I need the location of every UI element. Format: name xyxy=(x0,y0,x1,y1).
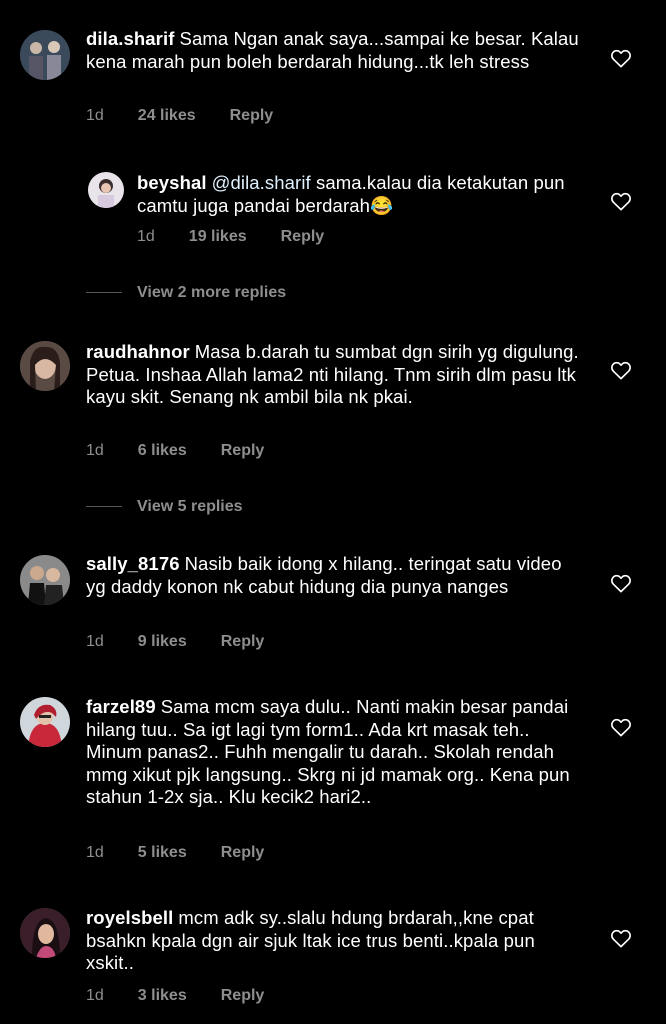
comment-username[interactable]: beyshal xyxy=(137,172,207,193)
comment-text: royelsbell mcm adk sy..slalu hdung brdara… xyxy=(86,907,586,975)
likes-count[interactable]: 6 likes xyxy=(138,442,187,460)
reply-button[interactable]: Reply xyxy=(221,633,265,651)
comment-time: 1d xyxy=(86,107,104,124)
comment-username[interactable]: raudhahnor xyxy=(86,341,190,362)
comment-body: Sama mcm saya dulu.. Nanti makin besar p… xyxy=(86,696,570,807)
comment-username[interactable]: sally_8176 xyxy=(86,553,180,574)
comment-time: 1d xyxy=(86,633,104,650)
comment-meta: 1d 5 likes Reply xyxy=(86,844,264,862)
comment-meta: 1d 19 likes Reply xyxy=(137,228,324,246)
comment-meta: 1d 3 likes Reply xyxy=(86,987,264,1005)
comment-text: beyshal @dila.sharif sama.kalau dia ketak… xyxy=(137,172,577,217)
heart-icon[interactable] xyxy=(610,191,632,211)
view-replies-label: View 5 replies xyxy=(137,498,243,515)
reply-button[interactable]: Reply xyxy=(221,844,265,862)
comment-text: sally_8176 Nasib baik idong x hilang.. te… xyxy=(86,553,586,598)
divider-line xyxy=(86,506,122,508)
likes-count[interactable]: 3 likes xyxy=(138,987,187,1005)
likes-count[interactable]: 5 likes xyxy=(138,844,187,862)
reply-button[interactable]: Reply xyxy=(221,987,265,1005)
comment-meta: 1d 9 likes Reply xyxy=(86,633,264,651)
heart-icon[interactable] xyxy=(610,573,632,593)
view-more-replies-button[interactable]: View 5 replies xyxy=(86,498,243,516)
comment-text: dila.sharif Sama Ngan anak saya...sampai … xyxy=(86,28,586,73)
view-more-replies-button[interactable]: View 2 more replies xyxy=(86,284,286,302)
avatar[interactable] xyxy=(20,697,70,747)
heart-icon[interactable] xyxy=(610,360,632,380)
comment-time: 1d xyxy=(86,844,104,861)
comment-time: 1d xyxy=(137,228,155,245)
comment-meta: 1d 24 likes Reply xyxy=(86,107,273,125)
mention-link[interactable]: @dila.sharif xyxy=(212,172,311,193)
reply-button[interactable]: Reply xyxy=(230,107,274,125)
avatar[interactable] xyxy=(88,172,124,208)
heart-icon[interactable] xyxy=(610,717,632,737)
avatar[interactable] xyxy=(20,908,70,958)
likes-count[interactable]: 9 likes xyxy=(138,633,187,651)
avatar[interactable] xyxy=(20,555,70,605)
comment-meta: 1d 6 likes Reply xyxy=(86,442,264,460)
avatar[interactable] xyxy=(20,30,70,80)
divider-line xyxy=(86,292,122,294)
likes-count[interactable]: 19 likes xyxy=(189,228,247,246)
view-replies-label: View 2 more replies xyxy=(137,284,287,301)
comment-text: farzel89 Sama mcm saya dulu.. Nanti makin… xyxy=(86,696,586,809)
comment-username[interactable]: farzel89 xyxy=(86,696,156,717)
reply-button[interactable]: Reply xyxy=(281,228,325,246)
avatar[interactable] xyxy=(20,341,70,391)
heart-icon[interactable] xyxy=(610,928,632,948)
reply-button[interactable]: Reply xyxy=(221,442,265,460)
comment-time: 1d xyxy=(86,442,104,459)
comment-time: 1d xyxy=(86,987,104,1004)
comment-text: raudhahnor Masa b.darah tu sumbat dgn sir… xyxy=(86,341,586,409)
heart-icon[interactable] xyxy=(610,48,632,68)
comment-username[interactable]: dila.sharif xyxy=(86,28,175,49)
likes-count[interactable]: 24 likes xyxy=(138,107,196,125)
comment-username[interactable]: royelsbell xyxy=(86,907,173,928)
